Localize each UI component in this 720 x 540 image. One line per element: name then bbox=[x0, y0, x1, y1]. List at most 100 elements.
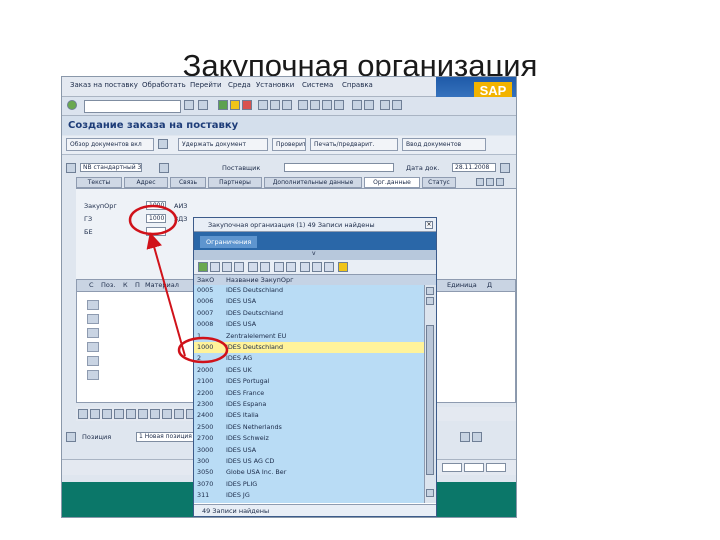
list-item[interactable]: 3000 IDES USA bbox=[194, 445, 424, 456]
find-icon[interactable] bbox=[270, 100, 280, 110]
cancel-icon[interactable] bbox=[210, 262, 220, 272]
tab-communication[interactable]: Связь bbox=[170, 177, 206, 188]
back-icon[interactable] bbox=[218, 100, 228, 110]
tab-list-icon[interactable] bbox=[496, 178, 504, 186]
list-item[interactable]: 0008 IDES USA bbox=[194, 319, 424, 330]
sort-icon[interactable] bbox=[150, 409, 160, 419]
list-item[interactable]: 3050 Globe USA Inc. Ber bbox=[194, 467, 424, 478]
list-item[interactable]: 2400 IDES Italia bbox=[194, 410, 424, 421]
item-selector-field[interactable]: 1 Новая позиция bbox=[136, 432, 196, 442]
scroll-thumb[interactable] bbox=[426, 325, 434, 475]
enter-icon[interactable] bbox=[67, 100, 77, 110]
command-field[interactable] bbox=[84, 100, 181, 113]
menu-item-purchase-order[interactable]: Заказ на поставку bbox=[70, 81, 138, 89]
hold-button[interactable]: Удержать документ bbox=[178, 138, 268, 151]
last-page-icon[interactable] bbox=[334, 100, 344, 110]
tab-texts[interactable]: Тексты bbox=[76, 177, 122, 188]
list-item[interactable]: 1000 IDES Deutschland bbox=[194, 342, 424, 354]
next-page-icon[interactable] bbox=[322, 100, 332, 110]
sort-icon[interactable] bbox=[260, 262, 270, 272]
row-selector[interactable] bbox=[87, 328, 99, 338]
tab-additional-data[interactable]: Дополнительные данные bbox=[264, 177, 362, 188]
layout-icon[interactable] bbox=[324, 262, 334, 272]
menu-item-system[interactable]: Система bbox=[302, 81, 333, 89]
tab-scroll-right-icon[interactable] bbox=[486, 178, 494, 186]
deselect-icon[interactable] bbox=[102, 409, 112, 419]
list-item[interactable]: 2700 IDES Schweiz bbox=[194, 433, 424, 444]
layout-icon[interactable] bbox=[174, 409, 184, 419]
delete-row-icon[interactable] bbox=[114, 409, 124, 419]
tab-scroll-left-icon[interactable] bbox=[476, 178, 484, 186]
new-entry-icon[interactable] bbox=[234, 262, 244, 272]
filter-icon[interactable] bbox=[138, 409, 148, 419]
dropdown-icon[interactable] bbox=[184, 100, 194, 110]
item-next-icon[interactable] bbox=[472, 432, 482, 442]
company-code-field[interactable] bbox=[146, 227, 166, 236]
row-selector[interactable] bbox=[87, 342, 99, 352]
list-item[interactable]: 2000 IDES UK bbox=[194, 365, 424, 376]
tab-org-data[interactable]: Орг.данные bbox=[364, 177, 420, 188]
confirm-icon[interactable] bbox=[198, 262, 208, 272]
layout-icon[interactable] bbox=[392, 100, 402, 110]
save-icon[interactable] bbox=[198, 100, 208, 110]
popup-splitter[interactable]: v bbox=[194, 250, 436, 260]
menu-item-settings[interactable]: Установки bbox=[256, 81, 294, 89]
menu-item-environment[interactable]: Среда bbox=[228, 81, 251, 89]
tab-address[interactable]: Адрес bbox=[124, 177, 168, 188]
document-entry-button[interactable]: Ввод документов bbox=[402, 138, 486, 151]
scroll-up-icon[interactable] bbox=[426, 287, 434, 295]
document-date-field[interactable]: 28.11.2008 bbox=[452, 163, 496, 172]
refresh-icon[interactable] bbox=[312, 262, 322, 272]
supplier-field[interactable] bbox=[284, 163, 394, 172]
document-type-field[interactable]: NB стандартный ЗП bbox=[80, 163, 142, 172]
list-item[interactable]: 2300 IDES Espana bbox=[194, 399, 424, 410]
tab-status[interactable]: Статус bbox=[422, 177, 456, 188]
row-selector[interactable] bbox=[87, 370, 99, 380]
list-item[interactable]: 311 IDES JG bbox=[194, 490, 424, 501]
first-page-icon[interactable] bbox=[298, 100, 308, 110]
list-item[interactable]: 3070 IDES PLIG bbox=[194, 479, 424, 490]
check-button[interactable]: Проверить bbox=[272, 138, 306, 151]
list-item[interactable]: 0007 IDES Deutschland bbox=[194, 308, 424, 319]
copy-icon[interactable] bbox=[222, 262, 232, 272]
tab-partners[interactable]: Партнеры bbox=[208, 177, 262, 188]
item-collapse-icon[interactable] bbox=[66, 432, 76, 442]
scroll-down-icon[interactable] bbox=[426, 489, 434, 497]
new-session-icon[interactable] bbox=[352, 100, 362, 110]
help-icon[interactable] bbox=[380, 100, 390, 110]
document-overview-button[interactable]: Обзор документов вкл bbox=[66, 138, 154, 151]
header-expand-icon[interactable] bbox=[500, 163, 510, 173]
details-icon[interactable] bbox=[78, 409, 88, 419]
list-item[interactable]: 0005 IDES Deutschland bbox=[194, 285, 424, 296]
find-next-icon[interactable] bbox=[282, 100, 292, 110]
export-icon[interactable] bbox=[286, 262, 296, 272]
list-item[interactable]: 1 Zentralelement EU bbox=[194, 331, 424, 342]
select-all-icon[interactable] bbox=[90, 409, 100, 419]
new-document-icon[interactable] bbox=[158, 139, 168, 149]
row-selector[interactable] bbox=[87, 314, 99, 324]
row-selector[interactable] bbox=[87, 356, 99, 366]
popup-scrollbar[interactable] bbox=[424, 285, 436, 503]
list-item[interactable]: 2500 IDES Netherlands bbox=[194, 422, 424, 433]
list-item[interactable]: 0006 IDES USA bbox=[194, 296, 424, 307]
doc-type-dropdown-icon[interactable] bbox=[159, 163, 169, 173]
find-icon[interactable] bbox=[248, 262, 258, 272]
list-item[interactable]: 2200 IDES France bbox=[194, 388, 424, 399]
print-icon[interactable] bbox=[274, 262, 284, 272]
info-icon[interactable] bbox=[300, 262, 310, 272]
exit-icon[interactable] bbox=[230, 100, 240, 110]
purchasing-org-field[interactable]: 1000 bbox=[146, 201, 166, 210]
menu-item-goto[interactable]: Перейти bbox=[190, 81, 222, 89]
collapse-header-icon[interactable] bbox=[66, 163, 76, 173]
purchasing-group-field[interactable]: 1000 bbox=[146, 214, 166, 223]
item-previous-icon[interactable] bbox=[460, 432, 470, 442]
list-item[interactable]: 300 IDES US AG CD bbox=[194, 456, 424, 467]
popup-close-icon[interactable]: × bbox=[425, 221, 433, 229]
list-item[interactable]: 2 IDES AG bbox=[194, 353, 424, 364]
menu-item-edit[interactable]: Обработать bbox=[142, 81, 186, 89]
print-icon[interactable] bbox=[258, 100, 268, 110]
previous-page-icon[interactable] bbox=[310, 100, 320, 110]
personalize-icon[interactable] bbox=[338, 262, 348, 272]
shortcut-icon[interactable] bbox=[364, 100, 374, 110]
tab-restrictions[interactable]: Ограничения bbox=[200, 236, 258, 248]
